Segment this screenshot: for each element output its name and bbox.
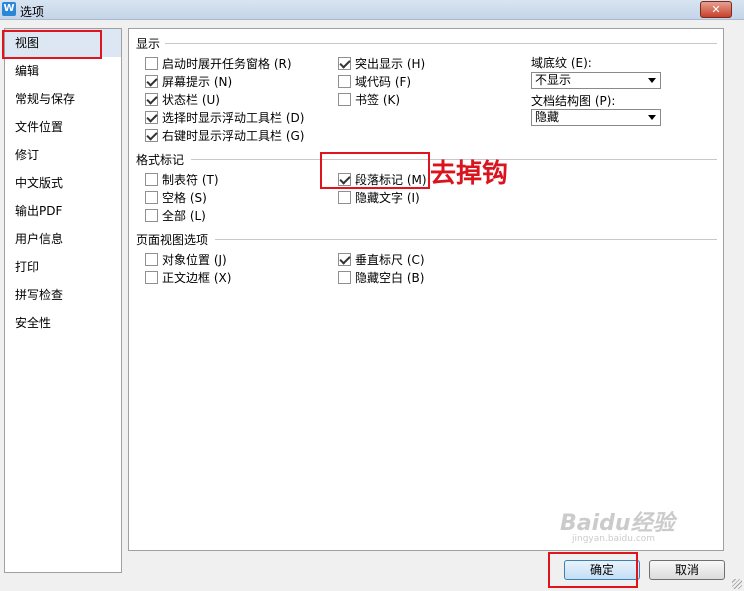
wps-writer-icon: W [2, 2, 16, 16]
format-marks-section-header: 格式标记 [136, 153, 185, 167]
checkbox-checked[interactable] [338, 252, 351, 266]
options-category-list: 视图 编辑 常规与保存 文件位置 修订 中文版式 输出PDF 用户信息 打印 拼… [4, 28, 122, 573]
checkbox[interactable] [338, 270, 351, 284]
option-field-codes[interactable]: 域代码 (F) [338, 73, 411, 89]
option-float-toolbar-select[interactable]: 选择时显示浮动工具栏 (D) [145, 109, 304, 125]
checkbox-checked[interactable] [145, 128, 158, 142]
view-options-panel: 显示 启动时展开任务窗格 (R) 屏幕提示 (N) 状态栏 (U) 选择时显示浮… [128, 28, 724, 551]
checkbox[interactable] [145, 270, 158, 284]
sidebar-item-revisions[interactable]: 修订 [5, 141, 121, 169]
chevron-down-icon [648, 115, 656, 120]
checkbox[interactable] [145, 252, 158, 266]
section-divider [215, 239, 717, 240]
field-shading-select[interactable]: 不显示 [531, 72, 661, 89]
checkbox[interactable] [338, 92, 351, 106]
checkbox-checked[interactable] [145, 92, 158, 106]
option-screen-tips[interactable]: 屏幕提示 (N) [145, 73, 232, 89]
sidebar-item-user-info[interactable]: 用户信息 [5, 225, 121, 253]
chevron-down-icon [648, 78, 656, 83]
document-map-label: 文档结构图 (P): [531, 94, 616, 108]
document-map-select[interactable]: 隐藏 [531, 109, 661, 126]
checkbox[interactable] [145, 172, 158, 186]
option-vertical-ruler[interactable]: 垂直标尺 (C) [338, 251, 425, 267]
field-shading-label: 域底纹 (E): [531, 56, 592, 70]
option-hide-whitespace[interactable]: 隐藏空白 (B) [338, 269, 424, 285]
watermark: Baidu经验 [560, 511, 675, 536]
section-divider [165, 43, 717, 44]
option-spaces[interactable]: 空格 (S) [145, 189, 207, 205]
option-startup-task-pane[interactable]: 启动时展开任务窗格 (R) [145, 55, 292, 71]
resize-grip-icon[interactable] [732, 579, 742, 589]
option-hidden-text[interactable]: 隐藏文字 (I) [338, 189, 420, 205]
sidebar-item-security[interactable]: 安全性 [5, 309, 121, 337]
highlight-box-view [2, 30, 102, 59]
annotation-text: 去掉钩 [430, 159, 509, 189]
option-float-toolbar-rightclick[interactable]: 右键时显示浮动工具栏 (G) [145, 127, 304, 143]
checkbox[interactable] [145, 56, 158, 70]
checkbox-checked[interactable] [145, 74, 158, 88]
highlight-box-paragraph-marks [320, 152, 430, 189]
watermark-url: jingyan.baidu.com [572, 534, 656, 544]
sidebar-item-export-pdf[interactable]: 输出PDF [5, 197, 121, 225]
checkbox-checked[interactable] [338, 56, 351, 70]
option-all-marks[interactable]: 全部 (L) [145, 207, 206, 223]
display-section-header: 显示 [136, 37, 161, 51]
checkbox-checked[interactable] [145, 110, 158, 124]
checkbox[interactable] [145, 208, 158, 222]
close-button[interactable]: ✕ [700, 1, 732, 18]
option-text-boundaries[interactable]: 正文边框 (X) [145, 269, 231, 285]
sidebar-item-file-locations[interactable]: 文件位置 [5, 113, 121, 141]
title-bar: W 选项 ✕ [0, 0, 744, 20]
sidebar-item-print[interactable]: 打印 [5, 253, 121, 281]
option-status-bar[interactable]: 状态栏 (U) [145, 91, 220, 107]
sidebar-item-chinese-layout[interactable]: 中文版式 [5, 169, 121, 197]
option-bookmarks[interactable]: 书签 (K) [338, 91, 400, 107]
option-highlight[interactable]: 突出显示 (H) [338, 55, 425, 71]
sidebar-item-spell-check[interactable]: 拼写检查 [5, 281, 121, 309]
cancel-button[interactable]: 取消 [649, 560, 725, 580]
page-view-section-header: 页面视图选项 [136, 233, 209, 247]
checkbox[interactable] [145, 190, 158, 204]
checkbox[interactable] [338, 190, 351, 204]
sidebar-item-edit[interactable]: 编辑 [5, 57, 121, 85]
option-tab-characters[interactable]: 制表符 (T) [145, 171, 219, 187]
checkbox[interactable] [338, 74, 351, 88]
window-title: 选项 [20, 5, 45, 19]
sidebar-item-general-save[interactable]: 常规与保存 [5, 85, 121, 113]
highlight-box-ok [548, 552, 638, 588]
option-object-anchors[interactable]: 对象位置 (J) [145, 251, 227, 267]
